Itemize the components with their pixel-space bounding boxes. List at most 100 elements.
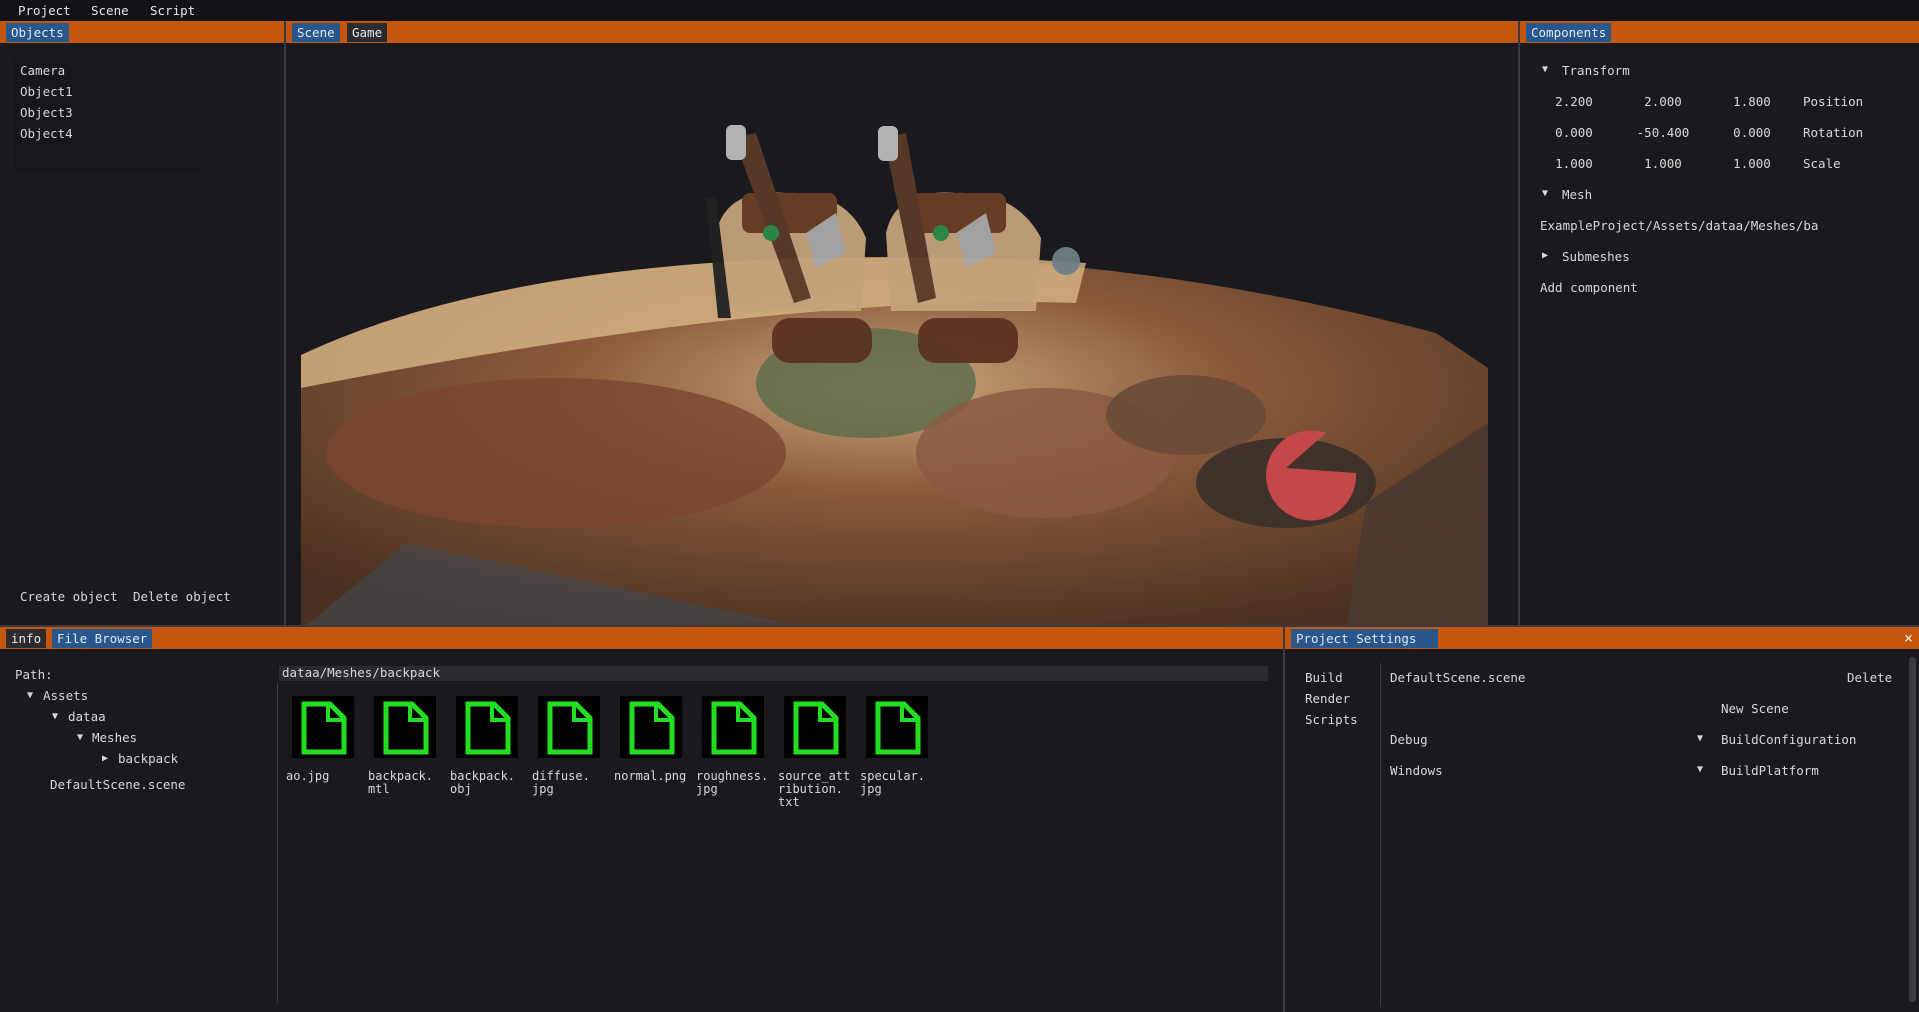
mesh-header[interactable]: Mesh bbox=[1562, 187, 1592, 202]
tree-item-meshes[interactable]: Meshes bbox=[92, 730, 137, 745]
file-grid: ao.jpg backpack. mtl backpack. obj diffu… bbox=[286, 696, 946, 826]
position-y-field[interactable]: 2.000 bbox=[1623, 94, 1703, 109]
file-icon bbox=[702, 696, 764, 758]
file-icon bbox=[620, 696, 682, 758]
components-panel: Components ▼ Transform 2.200 2.000 1.800… bbox=[1520, 21, 1919, 625]
build-configuration-label: BuildConfiguration bbox=[1721, 732, 1857, 747]
rotation-y-field[interactable]: -50.400 bbox=[1623, 125, 1703, 140]
viewport-titlebar: Scene Game bbox=[286, 21, 1518, 43]
file-name: specular. jpg bbox=[860, 769, 926, 796]
tab-file-browser[interactable]: File Browser bbox=[52, 629, 153, 648]
submeshes-header[interactable]: Submeshes bbox=[1562, 249, 1630, 264]
mesh-path-field[interactable]: ExampleProject/Assets/dataa/Meshes/ba bbox=[1540, 218, 1900, 233]
assets-collapse-icon[interactable]: ▼ bbox=[27, 690, 33, 701]
file-name: backpack. mtl bbox=[368, 769, 434, 796]
file-item[interactable]: specular. jpg bbox=[860, 696, 936, 796]
file-icon bbox=[538, 696, 600, 758]
menu-script[interactable]: Script bbox=[150, 3, 195, 18]
backpack-expand-icon[interactable]: ▶ bbox=[102, 753, 108, 764]
add-component-button[interactable]: Add component bbox=[1540, 280, 1638, 295]
file-item[interactable]: roughness. jpg bbox=[696, 696, 772, 796]
settings-nav-render[interactable]: Render bbox=[1305, 691, 1350, 706]
chevron-down-icon[interactable]: ▼ bbox=[1697, 764, 1703, 775]
scale-y-field[interactable]: 1.000 bbox=[1623, 156, 1703, 171]
file-name: source_att ribution. txt bbox=[778, 769, 851, 809]
build-platform-label: BuildPlatform bbox=[1721, 763, 1819, 778]
game-view-render[interactable] bbox=[286, 43, 1518, 625]
position-z-field[interactable]: 1.800 bbox=[1712, 94, 1792, 109]
file-item[interactable]: backpack. mtl bbox=[368, 696, 444, 796]
build-configuration-select[interactable]: Debug bbox=[1390, 732, 1428, 747]
transform-header[interactable]: Transform bbox=[1562, 63, 1630, 78]
file-item[interactable]: ao.jpg bbox=[286, 696, 362, 783]
settings-nav-build[interactable]: Build bbox=[1305, 670, 1343, 685]
file-name: backpack. obj bbox=[450, 769, 516, 796]
position-x-field[interactable]: 2.200 bbox=[1534, 94, 1614, 109]
object-item-object4[interactable]: Object4 bbox=[20, 126, 73, 141]
tree-item-assets[interactable]: Assets bbox=[43, 688, 88, 703]
create-object-button[interactable]: Create object bbox=[20, 589, 118, 604]
settings-scrollbar[interactable] bbox=[1909, 657, 1916, 1002]
file-item[interactable]: normal.png bbox=[614, 696, 690, 783]
viewport-panel: Scene Game bbox=[286, 21, 1518, 625]
file-icon bbox=[784, 696, 846, 758]
scale-x-field[interactable]: 1.000 bbox=[1534, 156, 1614, 171]
file-name: normal.png bbox=[614, 769, 687, 783]
scale-z-field[interactable]: 1.000 bbox=[1712, 156, 1792, 171]
file-name: ao.jpg bbox=[286, 769, 330, 783]
tab-scene[interactable]: Scene bbox=[292, 23, 340, 42]
object-item-camera[interactable]: Camera bbox=[20, 63, 65, 78]
scale-label: Scale bbox=[1803, 156, 1841, 171]
project-settings-titlebar: Project Settings × bbox=[1285, 627, 1919, 649]
tab-info[interactable]: info bbox=[6, 629, 47, 648]
tree-item-backpack[interactable]: backpack bbox=[118, 751, 178, 766]
tree-item-dataa[interactable]: dataa bbox=[68, 709, 106, 724]
rotation-z-field[interactable]: 0.000 bbox=[1712, 125, 1792, 140]
scene-name-field[interactable]: DefaultScene.scene bbox=[1390, 670, 1525, 685]
dataa-collapse-icon[interactable]: ▼ bbox=[52, 711, 58, 722]
delete-object-button[interactable]: Delete object bbox=[133, 589, 231, 604]
position-label: Position bbox=[1803, 94, 1864, 109]
file-icon bbox=[374, 696, 436, 758]
delete-scene-button[interactable]: Delete bbox=[1847, 670, 1892, 685]
settings-divider bbox=[1380, 663, 1381, 1007]
file-icon bbox=[292, 696, 354, 758]
transform-fields: 2.200 2.000 1.800 0.000 -50.400 0.000 1.… bbox=[1534, 87, 1804, 175]
mesh-collapse-icon[interactable]: ▼ bbox=[1542, 188, 1548, 199]
objects-panel: Objects Camera Object1 Object3 Object4 C… bbox=[0, 21, 284, 625]
menu-bar: Project Scene Script bbox=[0, 0, 1919, 21]
settings-nav-scripts[interactable]: Scripts bbox=[1305, 712, 1358, 727]
file-item[interactable]: backpack. obj bbox=[450, 696, 526, 796]
chevron-down-icon[interactable]: ▼ bbox=[1697, 733, 1703, 744]
new-scene-button[interactable]: New Scene bbox=[1721, 701, 1789, 716]
close-icon[interactable]: × bbox=[1904, 629, 1913, 647]
object-list: Camera Object1 Object3 Object4 bbox=[14, 57, 200, 173]
object-item-object1[interactable]: Object1 bbox=[20, 84, 73, 99]
path-bar: dataa/Meshes/backpack bbox=[279, 665, 1268, 681]
object-item-object3[interactable]: Object3 bbox=[20, 105, 73, 120]
menu-project[interactable]: Project bbox=[18, 3, 71, 18]
project-settings-panel: Project Settings × Build Render Scripts … bbox=[1285, 627, 1919, 1012]
file-browser-panel: info File Browser Path: dataa/Meshes/bac… bbox=[0, 627, 1283, 1012]
tab-objects[interactable]: Objects bbox=[6, 23, 69, 42]
tab-project-settings[interactable]: Project Settings bbox=[1291, 629, 1439, 648]
path-label: Path: bbox=[15, 667, 53, 682]
tree-item-default-scene[interactable]: DefaultScene.scene bbox=[50, 777, 185, 792]
submeshes-expand-icon[interactable]: ▶ bbox=[1542, 250, 1548, 261]
menu-scene[interactable]: Scene bbox=[91, 3, 129, 18]
tab-components[interactable]: Components bbox=[1526, 23, 1612, 42]
transform-collapse-icon[interactable]: ▼ bbox=[1542, 64, 1548, 75]
rotation-x-field[interactable]: 0.000 bbox=[1534, 125, 1614, 140]
tab-game[interactable]: Game bbox=[347, 23, 388, 42]
file-item[interactable]: diffuse. jpg bbox=[532, 696, 608, 796]
components-titlebar: Components bbox=[1520, 21, 1919, 43]
file-name: roughness. jpg bbox=[696, 769, 769, 796]
meshes-collapse-icon[interactable]: ▼ bbox=[77, 732, 83, 743]
objects-titlebar: Objects bbox=[0, 21, 284, 43]
file-icon bbox=[866, 696, 928, 758]
file-icon bbox=[456, 696, 518, 758]
browser-divider[interactable] bbox=[277, 683, 278, 1003]
file-browser-titlebar: info File Browser bbox=[0, 627, 1283, 649]
file-item[interactable]: source_att ribution. txt bbox=[778, 696, 854, 809]
build-platform-select[interactable]: Windows bbox=[1390, 763, 1443, 778]
